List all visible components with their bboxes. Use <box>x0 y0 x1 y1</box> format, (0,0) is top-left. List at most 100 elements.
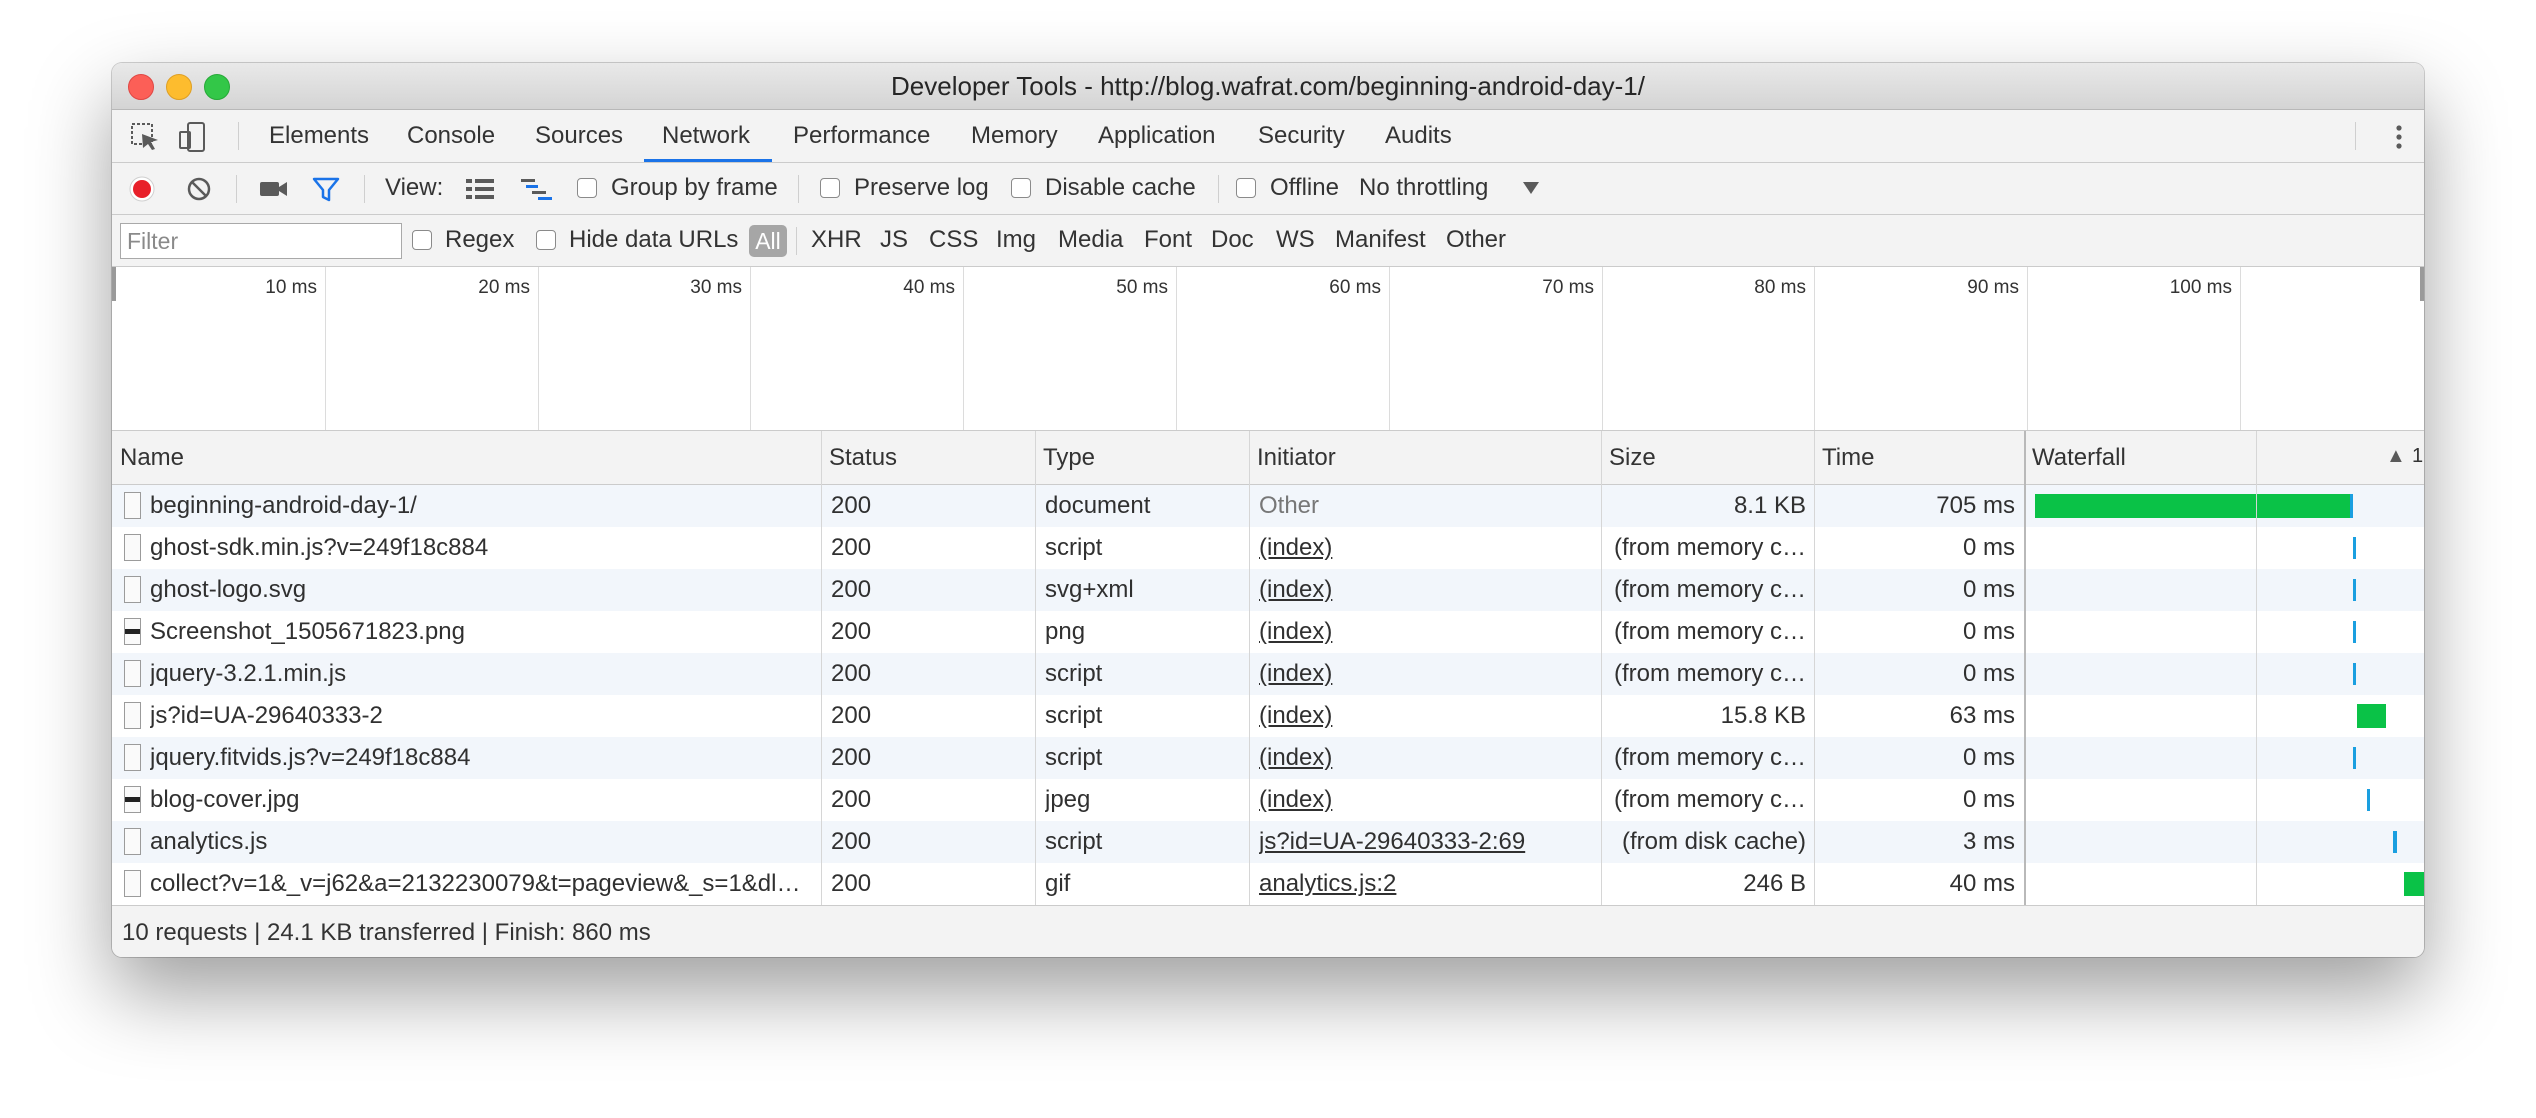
request-initiator[interactable]: analytics.js:2 <box>1259 863 1594 905</box>
waterfall-bar[interactable] <box>2353 579 2356 601</box>
waterfall-bar[interactable] <box>2353 621 2356 643</box>
request-initiator[interactable]: (index) <box>1259 653 1594 695</box>
request-name[interactable]: ghost-sdk.min.js?v=249f18c884 <box>150 527 815 569</box>
request-name[interactable]: ghost-logo.svg <box>150 569 815 611</box>
request-status: 200 <box>831 744 872 771</box>
request-name[interactable]: js?id=UA-29640333-2 <box>150 695 815 737</box>
request-type: png <box>1045 618 1086 645</box>
overview-grid-line <box>2240 267 2241 430</box>
regex-checkbox[interactable] <box>412 230 432 250</box>
request-name[interactable]: analytics.js <box>150 821 815 863</box>
more-options-icon[interactable] <box>2382 120 2416 154</box>
capture-screenshots-icon[interactable] <box>259 177 289 201</box>
filter-type-ws[interactable]: WS <box>1276 226 1315 254</box>
table-row[interactable]: blog-cover.jpg 200 jpeg (index) (from memory… <box>112 779 2424 821</box>
overview-waterfall-icon[interactable] <box>520 177 554 201</box>
offline-checkbox[interactable] <box>1236 178 1256 198</box>
column-header-name[interactable]: Name <box>112 431 821 484</box>
filter-type-all[interactable]: All <box>749 225 787 257</box>
throttling-select[interactable]: No throttling <box>1359 174 1488 202</box>
request-name[interactable]: Screenshot_1505671823.png <box>150 611 815 653</box>
request-initiator[interactable]: (index) <box>1259 695 1594 737</box>
record-icon[interactable] <box>128 175 156 203</box>
waterfall-bar[interactable] <box>2367 789 2370 811</box>
toolbar-divider <box>236 175 237 203</box>
sort-ascending-icon[interactable]: ▲ <box>2386 445 2406 468</box>
overview-tick-label: 10 ms <box>265 277 317 298</box>
request-initiator[interactable]: (index) <box>1259 779 1594 821</box>
tab-network[interactable]: Network <box>662 110 750 162</box>
filter-type-css[interactable]: CSS <box>929 226 978 254</box>
filter-type-xhr[interactable]: XHR <box>811 226 862 254</box>
table-row[interactable]: jquery.fitvids.js?v=249f18c884 200 script (… <box>112 737 2424 779</box>
waterfall-bar[interactable] <box>2353 537 2356 559</box>
column-header-status[interactable]: Status <box>821 431 1035 484</box>
status-bar: 10 requests | 24.1 KB transferred | Fini… <box>112 905 2424 957</box>
waterfall-bar[interactable] <box>2035 494 2353 518</box>
filter-type-font[interactable]: Font <box>1144 226 1192 254</box>
waterfall-edge-label: 1 <box>2412 445 2424 467</box>
request-name[interactable]: collect?v=1&_v=j62&a=2132230079&t=pagevi… <box>150 863 815 905</box>
group-by-frame-checkbox[interactable] <box>577 178 597 198</box>
table-row[interactable]: ghost-sdk.min.js?v=249f18c884 200 script (i… <box>112 527 2424 569</box>
filter-type-js[interactable]: JS <box>880 226 908 254</box>
request-name[interactable]: jquery.fitvids.js?v=249f18c884 <box>150 737 815 779</box>
tab-performance[interactable]: Performance <box>793 110 930 162</box>
column-header-type[interactable]: Type <box>1035 431 1249 484</box>
table-row[interactable]: collect?v=1&_v=j62&a=2132230079&t=pagevi… <box>112 863 2424 905</box>
request-size: (from memory c… <box>1614 786 1806 813</box>
preserve-log-checkbox[interactable] <box>820 178 840 198</box>
device-toolbar-icon[interactable] <box>176 120 210 154</box>
column-header-initiator[interactable]: Initiator <box>1249 431 1601 484</box>
waterfall-bar[interactable] <box>2357 704 2386 728</box>
column-header-time[interactable]: Time <box>1814 431 2024 484</box>
tab-elements[interactable]: Elements <box>269 110 369 162</box>
hide-data-urls-checkbox[interactable] <box>536 230 556 250</box>
clear-icon[interactable] <box>186 176 212 202</box>
tab-security[interactable]: Security <box>1258 110 1345 162</box>
table-row[interactable]: jquery-3.2.1.min.js 200 script (index) (from… <box>112 653 2424 695</box>
filter-input[interactable] <box>120 223 402 259</box>
overview-left-handle[interactable] <box>112 267 116 301</box>
tab-audits[interactable]: Audits <box>1385 110 1452 162</box>
table-row[interactable]: js?id=UA-29640333-2 200 script (index) 15.8 … <box>112 695 2424 737</box>
filter-icon[interactable] <box>311 175 341 203</box>
request-size: (from memory c… <box>1614 618 1806 645</box>
chevron-down-icon[interactable] <box>1522 181 1540 195</box>
overview-tick-label: 90 ms <box>1967 277 2019 298</box>
view-label: View: <box>385 174 444 201</box>
filter-type-other[interactable]: Other <box>1446 226 1506 254</box>
request-initiator[interactable]: (index) <box>1259 737 1594 779</box>
request-initiator[interactable]: (index) <box>1259 569 1594 611</box>
disable-cache-checkbox[interactable] <box>1011 178 1031 198</box>
tab-console[interactable]: Console <box>407 110 495 162</box>
overview-right-handle[interactable] <box>2420 267 2424 301</box>
filter-type-img[interactable]: Img <box>996 226 1036 254</box>
request-name[interactable]: blog-cover.jpg <box>150 779 815 821</box>
large-rows-icon[interactable] <box>465 177 495 201</box>
tab-application[interactable]: Application <box>1098 110 1215 162</box>
request-name[interactable]: beginning-android-day-1/ <box>150 485 815 527</box>
filter-type-media[interactable]: Media <box>1058 226 1123 254</box>
filter-type-doc[interactable]: Doc <box>1211 226 1254 254</box>
tab-memory[interactable]: Memory <box>971 110 1058 162</box>
table-row[interactable]: beginning-android-day-1/200 document Other… <box>112 485 2424 527</box>
table-row[interactable]: analytics.js 200 script js?id=UA-29640333-2… <box>112 821 2424 863</box>
request-initiator[interactable]: js?id=UA-29640333-2:69 <box>1259 821 1594 863</box>
tab-sources[interactable]: Sources <box>535 110 623 162</box>
timeline-overview[interactable]: 10 ms 20 ms 30 ms 40 ms 50 ms 60 ms 70 ms 80 ms… <box>112 267 2424 431</box>
column-header-size[interactable]: Size <box>1601 431 1814 484</box>
overview-tick-label: 20 ms <box>478 277 530 298</box>
waterfall-bar[interactable] <box>2404 872 2424 896</box>
column-header-waterfall[interactable]: Waterfall <box>2024 431 2424 484</box>
request-initiator[interactable]: (index) <box>1259 527 1594 569</box>
waterfall-bar[interactable] <box>2353 747 2356 769</box>
filter-type-manifest[interactable]: Manifest <box>1335 226 1426 254</box>
waterfall-bar[interactable] <box>2353 663 2356 685</box>
request-initiator[interactable]: (index) <box>1259 611 1594 653</box>
table-row[interactable]: Screenshot_1505671823.png 200 png (index) (f… <box>112 611 2424 653</box>
waterfall-bar[interactable] <box>2393 831 2397 853</box>
inspect-element-icon[interactable] <box>128 120 162 154</box>
request-name[interactable]: jquery-3.2.1.min.js <box>150 653 815 695</box>
table-row[interactable]: ghost-logo.svg 200 svg+xml (index) (from mem… <box>112 569 2424 611</box>
